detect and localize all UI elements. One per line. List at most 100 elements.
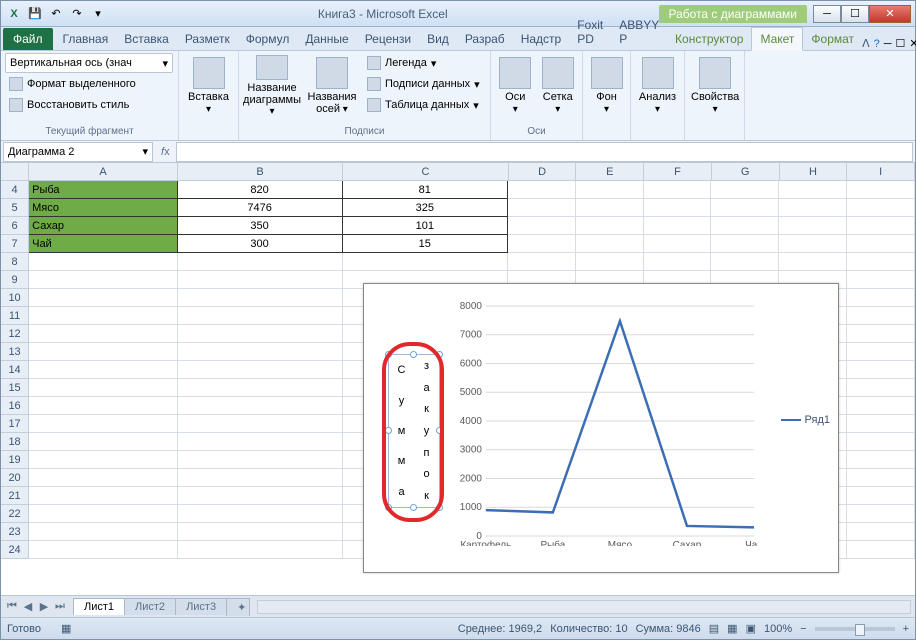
tab-chart-layout[interactable]: Макет	[751, 27, 803, 51]
cell[interactable]	[178, 433, 343, 451]
cell[interactable]	[508, 181, 576, 199]
properties-button[interactable]: Свойства▾	[689, 53, 741, 119]
cell[interactable]	[178, 361, 343, 379]
cell[interactable]	[178, 541, 343, 559]
sheet-tab-3[interactable]: Лист3	[175, 598, 227, 615]
sheet-nav-prev-icon[interactable]: ◀	[21, 600, 35, 614]
cell[interactable]: 101	[343, 217, 508, 235]
zoom-out-button[interactable]: −	[800, 623, 806, 635]
cell[interactable]	[178, 397, 343, 415]
cell[interactable]	[508, 217, 576, 235]
cell[interactable]	[29, 487, 177, 505]
row-header[interactable]: 23	[1, 523, 29, 541]
cell[interactable]	[29, 361, 177, 379]
cell[interactable]	[29, 505, 177, 523]
qat-more-icon[interactable]: ▾	[89, 5, 107, 23]
cell[interactable]	[644, 235, 712, 253]
row-header[interactable]: 24	[1, 541, 29, 559]
cell[interactable]: 15	[343, 235, 508, 253]
format-selection-button[interactable]: Формат выделенного	[5, 74, 174, 94]
cell[interactable]	[178, 469, 343, 487]
row-header[interactable]: 11	[1, 307, 29, 325]
row-header[interactable]: 6	[1, 217, 29, 235]
cell[interactable]	[779, 235, 847, 253]
cell[interactable]	[847, 289, 915, 307]
cell[interactable]	[847, 217, 915, 235]
cell[interactable]	[779, 181, 847, 199]
insert-button[interactable]: Вставка▾	[183, 53, 234, 119]
doc-restore-icon[interactable]: ☐	[896, 37, 906, 50]
col-header-f[interactable]: F	[644, 163, 712, 181]
cell[interactable]	[178, 289, 343, 307]
tab-review[interactable]: Рецензи	[357, 28, 419, 50]
zoom-in-button[interactable]: +	[903, 623, 909, 635]
cell[interactable]	[29, 397, 177, 415]
analysis-button[interactable]: Анализ▾	[635, 53, 680, 119]
cell[interactable]	[178, 307, 343, 325]
cell[interactable]: 81	[343, 181, 508, 199]
data-labels-button[interactable]: Подписи данных ▾	[363, 74, 484, 94]
cell[interactable]	[576, 199, 644, 217]
cell[interactable]	[178, 415, 343, 433]
cell[interactable]: 350	[178, 217, 343, 235]
doc-close-icon[interactable]: ✕	[909, 37, 916, 50]
tab-formulas[interactable]: Формул	[238, 28, 298, 50]
redo-icon[interactable]: ↷	[68, 5, 86, 23]
cell[interactable]	[29, 523, 177, 541]
tab-abbyy[interactable]: ABBYY P	[611, 14, 667, 50]
cell[interactable]	[178, 343, 343, 361]
plot-area[interactable]: 010002000300040005000600070008000Картофе…	[460, 296, 758, 546]
cell[interactable]	[576, 181, 644, 199]
cell[interactable]	[847, 505, 915, 523]
tab-layout[interactable]: Разметк	[177, 28, 238, 50]
cell[interactable]	[576, 217, 644, 235]
row-header[interactable]: 4	[1, 181, 29, 199]
cell[interactable]: Сахар	[29, 217, 177, 235]
cell[interactable]	[508, 199, 576, 217]
view-layout-icon[interactable]: ▦	[727, 622, 737, 635]
cell[interactable]	[847, 433, 915, 451]
tab-data[interactable]: Данные	[297, 28, 356, 50]
fx-icon[interactable]: fx	[155, 146, 176, 158]
tab-chart-design[interactable]: Конструктор	[667, 28, 751, 50]
cell[interactable]	[847, 253, 915, 271]
cell[interactable]	[178, 487, 343, 505]
cell[interactable]: 7476	[178, 199, 343, 217]
row-header[interactable]: 21	[1, 487, 29, 505]
cell[interactable]	[576, 253, 644, 271]
cell[interactable]	[847, 343, 915, 361]
new-sheet-button[interactable]: ✦	[226, 598, 250, 616]
cell[interactable]	[29, 253, 177, 271]
row-header[interactable]: 12	[1, 325, 29, 343]
col-header-c[interactable]: C	[343, 163, 508, 181]
cell[interactable]	[847, 397, 915, 415]
cell[interactable]	[29, 541, 177, 559]
cell[interactable]	[178, 379, 343, 397]
chart-element-dropdown[interactable]: Вертикальная ось (знач▾	[5, 53, 173, 73]
cell[interactable]	[178, 325, 343, 343]
cell[interactable]: 820	[178, 181, 343, 199]
row-header[interactable]: 22	[1, 505, 29, 523]
row-header[interactable]: 14	[1, 361, 29, 379]
cell[interactable]	[178, 451, 343, 469]
row-header[interactable]: 20	[1, 469, 29, 487]
cell[interactable]	[847, 451, 915, 469]
row-header[interactable]: 15	[1, 379, 29, 397]
cell[interactable]	[508, 253, 576, 271]
select-all[interactable]	[1, 163, 29, 181]
sheet-nav-last-icon[interactable]: ⏭	[53, 600, 67, 614]
view-pagebreak-icon[interactable]: ▣	[746, 622, 756, 635]
excel-icon[interactable]: X	[5, 5, 23, 23]
tab-foxit[interactable]: Foxit PD	[569, 14, 611, 50]
sheet-nav-next-icon[interactable]: ▶	[37, 600, 51, 614]
cell[interactable]: Мясо	[29, 199, 177, 217]
legend-button[interactable]: Легенда ▾	[363, 53, 484, 73]
cell[interactable]	[29, 433, 177, 451]
cell[interactable]	[29, 451, 177, 469]
background-button[interactable]: Фон▾	[587, 53, 626, 119]
cell[interactable]	[644, 217, 712, 235]
cell[interactable]	[847, 487, 915, 505]
cell[interactable]: Чай	[29, 235, 177, 253]
cell[interactable]	[178, 271, 343, 289]
cell[interactable]: Рыба	[29, 181, 177, 199]
